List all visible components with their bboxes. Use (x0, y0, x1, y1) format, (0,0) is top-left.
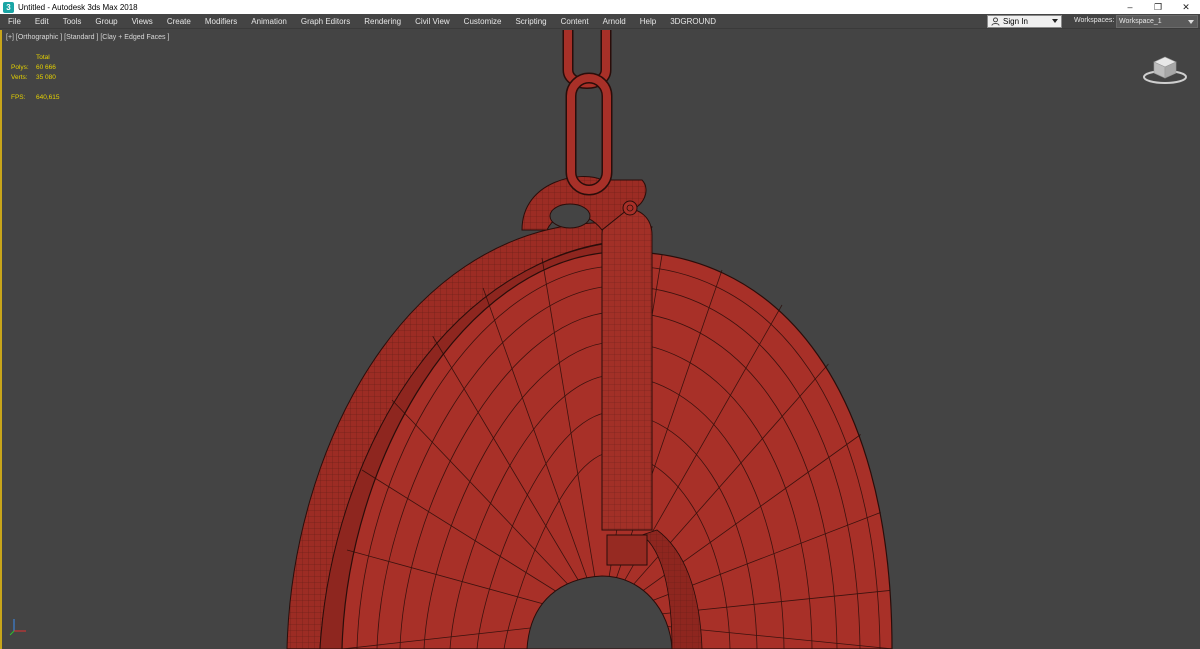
fps-value: 640,615 (36, 94, 60, 101)
restore-button[interactable]: ❐ (1144, 0, 1172, 14)
menu-edit[interactable]: Edit (28, 17, 56, 26)
menu-file[interactable]: File (0, 17, 28, 26)
menu-views[interactable]: Views (125, 17, 160, 26)
menu-graph-editors[interactable]: Graph Editors (294, 17, 357, 26)
app-icon: 3 (3, 1, 14, 13)
window-controls: – ❐ ✕ (1116, 0, 1200, 14)
menu-3dground[interactable]: 3DGROUND (663, 17, 723, 26)
menu-scripting[interactable]: Scripting (508, 17, 553, 26)
perspective-viewport[interactable]: [+] [Orthographic ] [Standard ] [Clay + … (0, 30, 1200, 649)
stats-fps-row: FPS: 640,615 (11, 93, 60, 103)
user-icon (991, 17, 1000, 26)
viewcube-icon[interactable] (1142, 52, 1188, 86)
title-bar: 3 Untitled - Autodesk 3ds Max 2018 – ❐ ✕ (0, 0, 1200, 14)
menu-rendering[interactable]: Rendering (357, 17, 408, 26)
verts-value: 35 080 (36, 74, 56, 81)
minimize-button[interactable]: – (1116, 0, 1144, 14)
chain (562, 30, 613, 196)
menu-arnold[interactable]: Arnold (596, 17, 633, 26)
menu-content[interactable]: Content (554, 17, 596, 26)
menu-tools[interactable]: Tools (56, 17, 89, 26)
viewport-label[interactable]: [+] [Orthographic ] [Standard ] [Clay + … (6, 34, 169, 41)
verts-label: Verts: (11, 74, 28, 81)
polys-value: 60 666 (36, 64, 56, 71)
chevron-down-icon (1052, 19, 1058, 23)
sign-in-dropdown[interactable]: Sign In (987, 15, 1062, 28)
chevron-down-icon (1188, 20, 1194, 24)
fps-label: FPS: (11, 94, 26, 101)
workspace-select[interactable]: Workspace_1 (1116, 15, 1198, 28)
stats-verts-row: Verts: 35 080 (11, 73, 60, 83)
menu-group[interactable]: Group (88, 17, 124, 26)
polys-label: Polys: (11, 64, 29, 71)
close-button[interactable]: ✕ (1172, 0, 1200, 14)
menu-modifiers[interactable]: Modifiers (198, 17, 244, 26)
menu-customize[interactable]: Customize (457, 17, 509, 26)
scene-render[interactable] (2, 30, 1200, 649)
menu-animation[interactable]: Animation (244, 17, 294, 26)
workspace-value: Workspace_1 (1119, 18, 1162, 25)
menu-help[interactable]: Help (633, 17, 663, 26)
menu-bar: File Edit Tools Group Views Create Modif… (0, 14, 1200, 29)
stats-header: Total (36, 54, 50, 61)
menu-civil-view[interactable]: Civil View (408, 17, 457, 26)
workspaces-label: Workspaces: (1074, 17, 1115, 24)
menu-create[interactable]: Create (160, 17, 198, 26)
axis-tripod-icon (9, 619, 26, 636)
statistics-overlay: Total Polys: 60 666 Verts: 35 080 FPS: 6… (11, 53, 60, 103)
sign-in-label: Sign In (1003, 17, 1028, 26)
stats-polys-row: Polys: 60 666 (11, 63, 60, 73)
window-title: Untitled - Autodesk 3ds Max 2018 (18, 2, 138, 12)
